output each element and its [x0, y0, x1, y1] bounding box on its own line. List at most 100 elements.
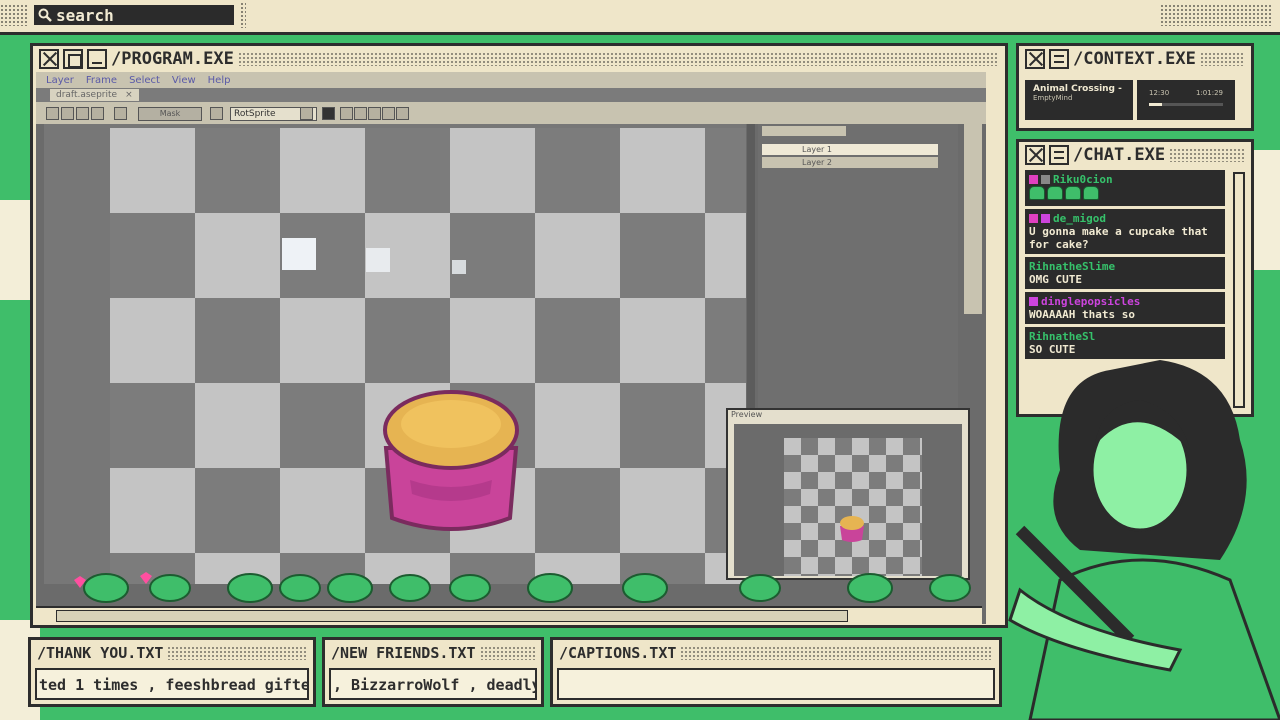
timeline-panel: Layer 1 Layer 2 [758, 124, 958, 414]
chat-user-row: Riku0cion [1029, 173, 1221, 186]
menu-bar: Layer Frame Select View Help [36, 72, 986, 88]
tool-palette[interactable] [964, 124, 982, 314]
align-icon[interactable] [340, 107, 353, 120]
search-placeholder: search [56, 5, 114, 25]
preview-canvas [734, 424, 962, 576]
chat-title: /CHAT.EXE [1073, 145, 1166, 165]
pivot-icon[interactable] [210, 107, 223, 120]
captions-ticker: /CAPTIONS.TXT [550, 637, 1002, 707]
menu-select[interactable]: Select [129, 75, 160, 86]
heart-badge-icon [1029, 214, 1038, 223]
new-friends-ticker: /NEW FRIENDS.TXT , BizzarroWolf , deadly [322, 637, 544, 707]
friends-title: /NEW FRIENDS.TXT [331, 644, 476, 662]
captions-title: /CAPTIONS.TXT [559, 644, 677, 662]
frame-controls[interactable] [762, 126, 846, 136]
friends-text: , BizzarroWolf , deadly [329, 668, 537, 700]
sprite-canvas[interactable] [44, 124, 746, 584]
tool-option-icon[interactable] [114, 107, 127, 120]
minimize-icon[interactable] [87, 49, 107, 69]
tab-label: draft.aseprite [56, 90, 118, 100]
tool-option-icon[interactable] [91, 107, 104, 120]
preview-title: Preview [731, 410, 763, 419]
context-toolbar: Mask RotSprite [36, 102, 986, 124]
preview-cupcake [840, 516, 864, 542]
sub-badge-icon [1041, 214, 1050, 223]
song-artist: EmptyMind [1033, 94, 1073, 102]
chat-username[interactable]: RihnatheSlime [1029, 260, 1115, 273]
menu-icon[interactable] [1049, 49, 1069, 69]
program-titlebar: /PROGRAM.EXE [33, 46, 1005, 72]
chat-user-row: RihnatheSl [1029, 330, 1221, 343]
titlebar-dots [1199, 52, 1245, 66]
menu-layer[interactable]: Layer [46, 75, 74, 86]
captions-text [557, 668, 995, 700]
menu-frame[interactable]: Frame [86, 75, 117, 86]
chat-user-row: de_migod [1029, 212, 1221, 225]
progress-track[interactable] [1149, 103, 1223, 106]
sparkle-pixel [452, 260, 466, 274]
close-icon[interactable] [1025, 145, 1045, 165]
maximize-icon[interactable] [63, 49, 83, 69]
thanks-title: /THANK YOU.TXT [37, 644, 164, 662]
chat-text: WOAAAAH thats so [1029, 308, 1135, 321]
tool-option-icon[interactable] [76, 107, 89, 120]
sub-badge-icon [1041, 175, 1050, 184]
program-title: /PROGRAM.EXE [111, 49, 234, 69]
chat-username[interactable]: Riku0cion [1053, 173, 1113, 186]
chat-message: de_migod U gonna make a cupcake that for… [1025, 209, 1225, 254]
chat-message: dinglepopsicles WOAAAAH thats so [1025, 292, 1225, 324]
preview-window: Preview [726, 408, 970, 580]
context-window: /CONTEXT.EXE Animal Crossing - EmptyMind… [1016, 43, 1254, 131]
align-icon[interactable] [368, 107, 381, 120]
frog-emote-icon [1065, 186, 1081, 200]
search-input[interactable]: search [34, 5, 234, 25]
menu-help[interactable]: Help [208, 75, 231, 86]
menu-icon[interactable] [1049, 145, 1069, 165]
align-icon[interactable] [382, 107, 395, 120]
chat-message: RihnatheSlime OMG CUTE [1025, 257, 1225, 289]
chat-user-row: RihnatheSlime [1029, 260, 1221, 273]
chat-username[interactable]: RihnatheSl [1029, 330, 1095, 343]
horizontal-scrollbar[interactable] [36, 606, 982, 624]
tab-bar: draft.aseprite × [36, 88, 986, 102]
layer-name: Layer 2 [802, 158, 832, 167]
context-titlebar: /CONTEXT.EXE [1019, 46, 1251, 72]
chat-username[interactable]: dinglepopsicles [1041, 295, 1140, 308]
elapsed-time: 12:30 [1149, 89, 1170, 97]
align-icon[interactable] [396, 107, 409, 120]
cupcake-sprite [383, 390, 519, 531]
frog-emote-icon [1047, 186, 1063, 200]
color-icon[interactable] [322, 107, 335, 120]
layer-row-2[interactable]: Layer 2 [762, 157, 938, 168]
close-icon[interactable] [39, 49, 59, 69]
top-dots-left [0, 4, 28, 26]
align-icon[interactable] [354, 107, 367, 120]
mask-button[interactable]: Mask [138, 107, 202, 121]
thanks-text: ted 1 times , feeshbread gifte [35, 668, 309, 700]
dropdown-icon[interactable] [300, 107, 313, 120]
chat-text: U gonna make a cupcake that for cake? [1029, 225, 1208, 251]
layer-row-1[interactable]: Layer 1 [762, 144, 938, 155]
menu-view[interactable]: View [172, 75, 196, 86]
heart-badge-icon [1029, 175, 1038, 184]
chat-emotes [1029, 186, 1221, 203]
tool-option-icon[interactable] [61, 107, 74, 120]
chat-text: OMG CUTE [1029, 273, 1082, 286]
chat-message: Riku0cion [1025, 170, 1225, 206]
top-dots-right [1160, 4, 1272, 26]
top-bar: search [0, 0, 1280, 35]
streamer-avatar [1008, 360, 1280, 720]
scroll-thumb[interactable] [56, 610, 848, 622]
preview-checkerboard [784, 438, 922, 576]
thank-you-ticker: /THANK YOU.TXT ted 1 times , feeshbread … [28, 637, 316, 707]
progress-fill [1149, 103, 1163, 106]
chat-user-row: dinglepopsicles [1029, 295, 1221, 308]
tool-option-icon[interactable] [46, 107, 59, 120]
tab-close-icon[interactable]: × [125, 90, 133, 100]
chat-username[interactable]: de_migod [1053, 212, 1106, 225]
titlebar-dots [479, 646, 535, 660]
sub-badge-icon [1029, 297, 1038, 306]
close-icon[interactable] [1025, 49, 1045, 69]
titlebar-dots [167, 646, 307, 660]
tab-draft[interactable]: draft.aseprite × [50, 89, 139, 101]
